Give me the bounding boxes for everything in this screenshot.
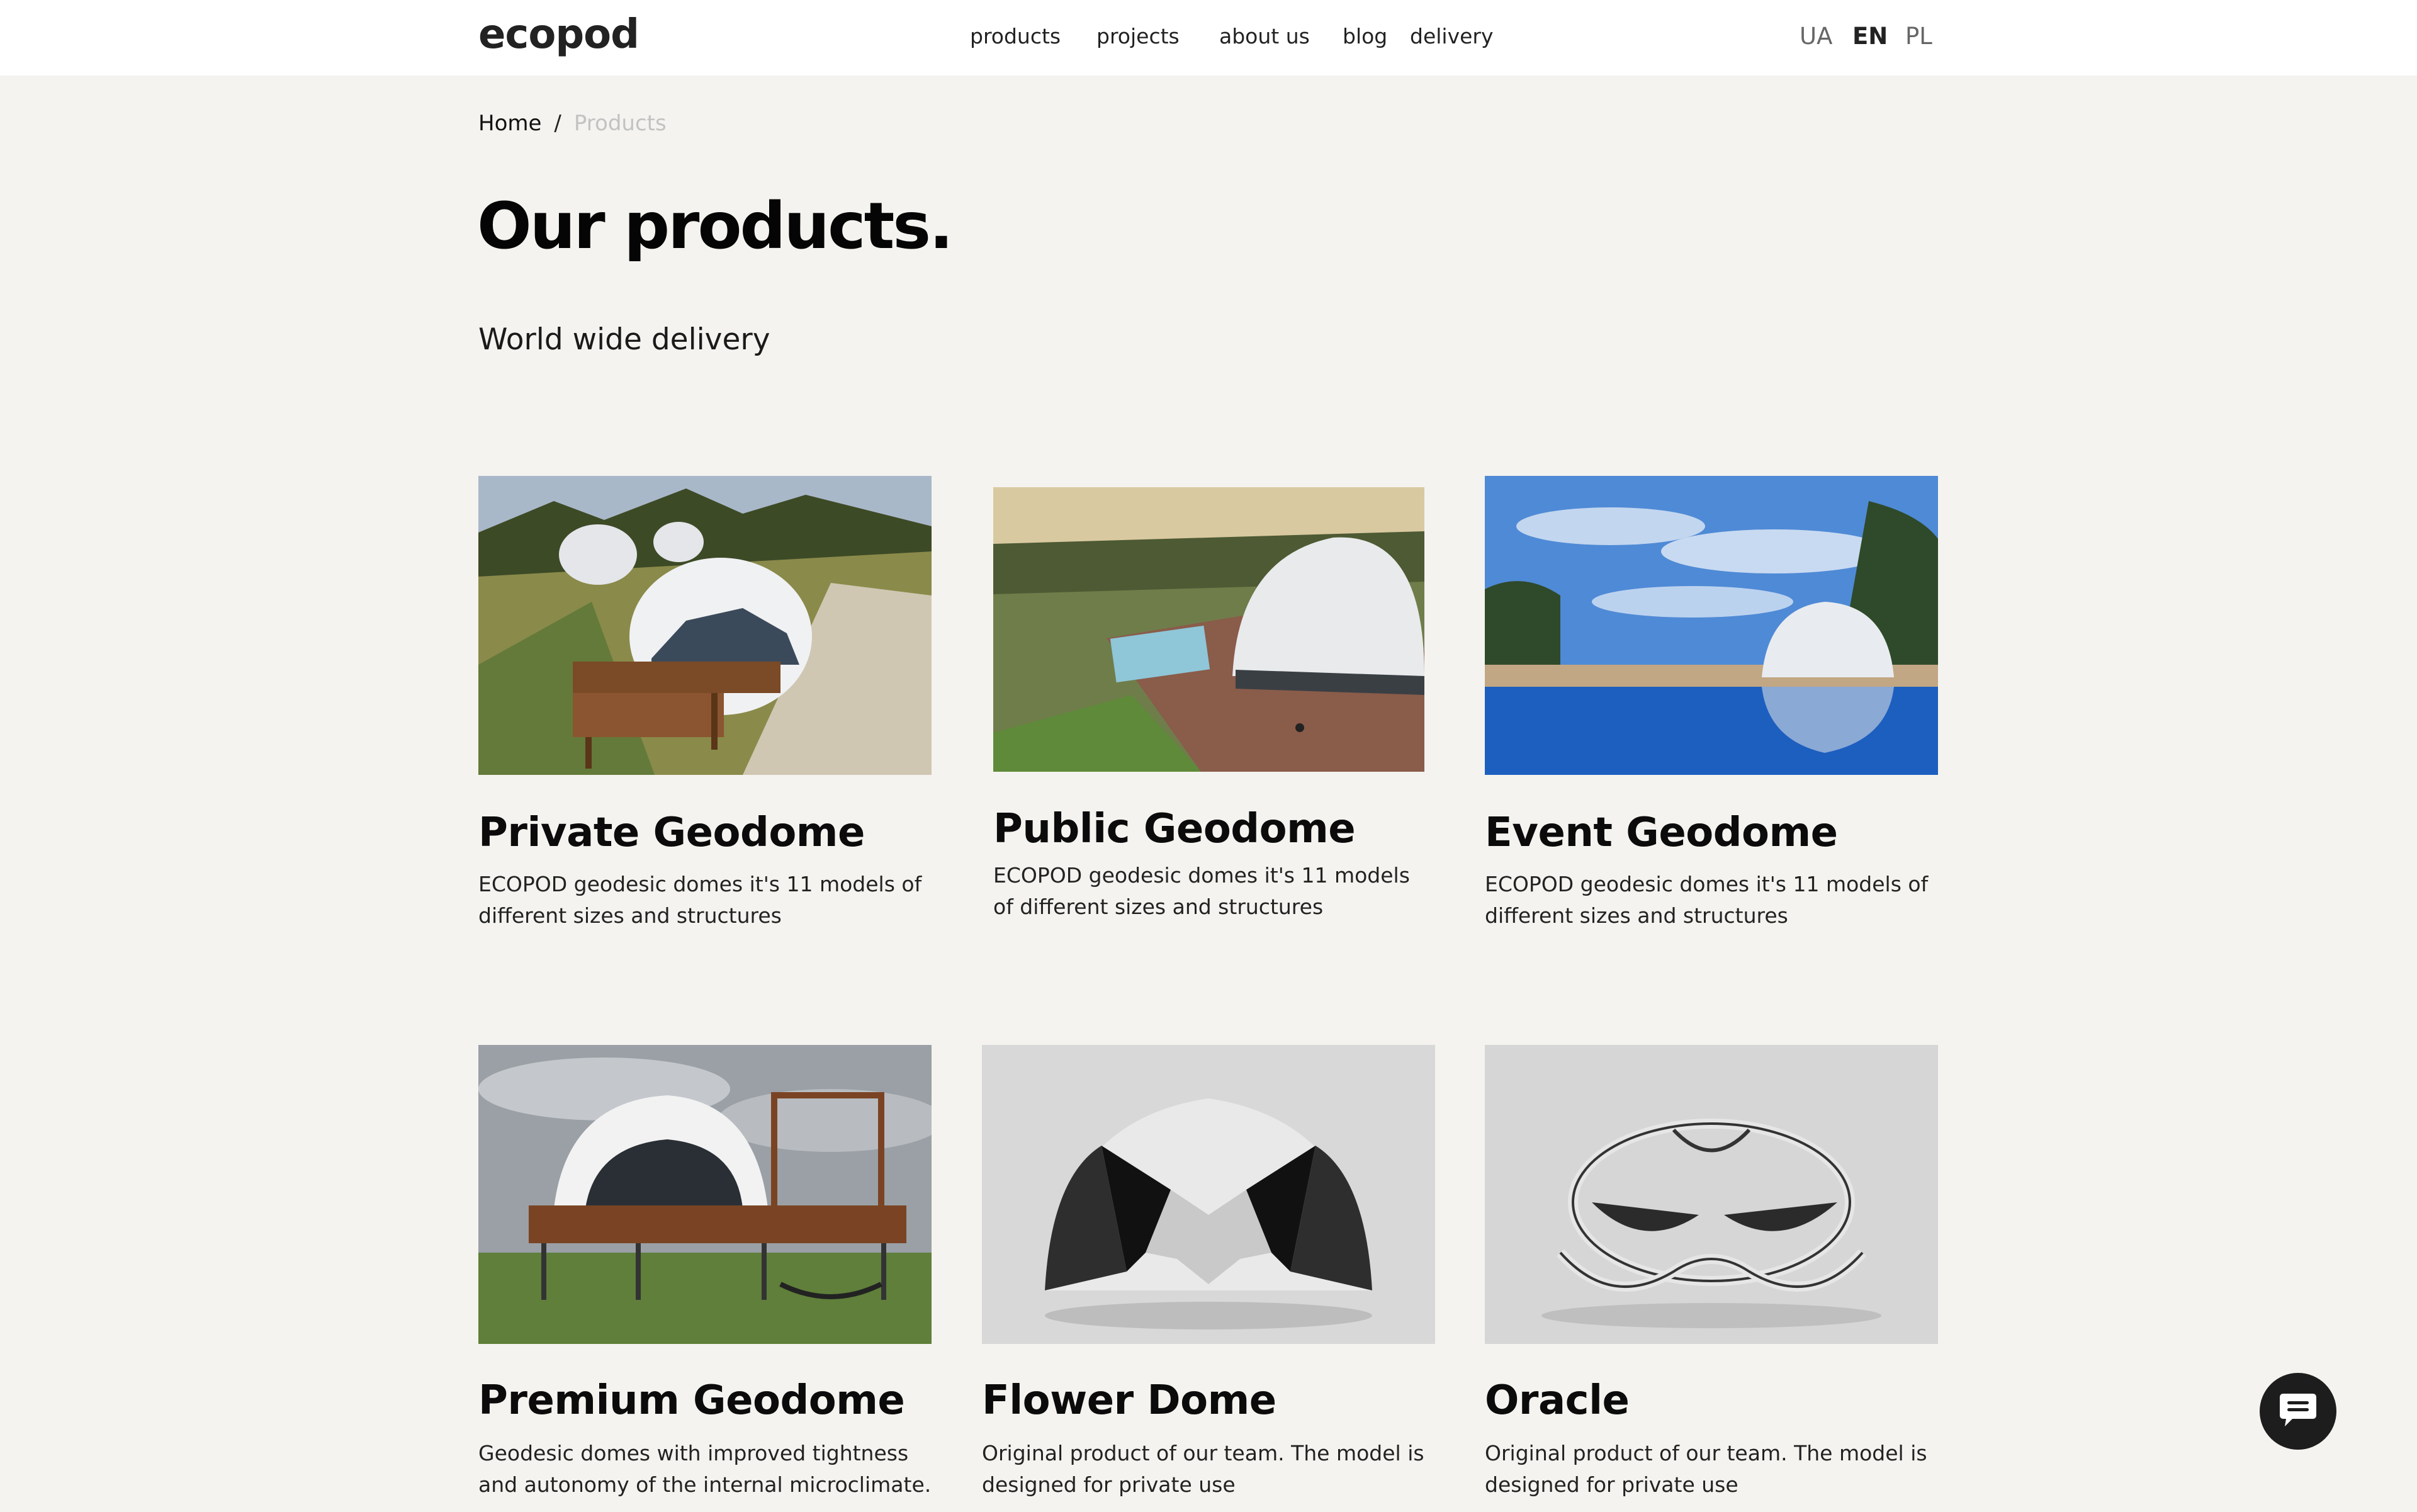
product-title[interactable]: Private Geodome <box>478 810 865 856</box>
product-description: ECOPOD geodesic domes it's 11 models of … <box>478 872 922 928</box>
product-card-private-geodome[interactable]: Private Geodome ECOPOD geodesic domes it… <box>478 476 932 942</box>
lang-en[interactable]: EN <box>1852 23 1888 50</box>
product-title[interactable]: Flower Dome <box>982 1377 1276 1424</box>
premium-geodome-photo[interactable] <box>478 1045 932 1344</box>
lang-ua[interactable]: UA <box>1800 23 1832 50</box>
nav-delivery[interactable]: delivery <box>1410 24 1494 48</box>
public-geodome-photo[interactable] <box>993 487 1424 772</box>
logo[interactable]: ecopod <box>478 11 639 58</box>
product-description: Original product of our team. The model … <box>982 1441 1424 1497</box>
product-description: Geodesic domes with improved tightness a… <box>478 1441 932 1497</box>
nav-blog[interactable]: blog <box>1343 24 1387 48</box>
product-description: ECOPOD geodesic domes it's 11 models of … <box>993 863 1410 919</box>
product-card-event-geodome[interactable]: Event Geodome ECOPOD geodesic domes it's… <box>1485 476 1938 942</box>
chat-bubble-icon <box>2277 1391 2319 1431</box>
product-card-flower-dome[interactable]: Flower Dome Original product of our team… <box>982 1045 1435 1512</box>
product-title[interactable]: Event Geodome <box>1485 810 1838 856</box>
nav-about-us[interactable]: about us <box>1219 24 1310 48</box>
product-description: Original product of our team. The model … <box>1485 1441 1927 1497</box>
site-header: ecopod products projects about us blog d… <box>0 0 2417 76</box>
breadcrumb-current: Products <box>573 111 667 136</box>
lang-pl[interactable]: PL <box>1905 23 1932 50</box>
product-card-public-geodome[interactable]: Public Geodome ECOPOD geodesic domes it'… <box>993 487 1424 940</box>
product-card-premium-geodome[interactable]: Premium Geodome Geodesic domes with impr… <box>478 1045 932 1512</box>
breadcrumb-home[interactable]: Home <box>478 111 541 136</box>
event-geodome-photo[interactable] <box>1485 476 1938 775</box>
page-subtitle: World wide delivery <box>478 322 770 357</box>
product-title[interactable]: Oracle <box>1485 1377 1630 1424</box>
page-title: Our products. <box>477 189 954 264</box>
product-title[interactable]: Premium Geodome <box>478 1377 905 1424</box>
breadcrumb: Home / Products <box>478 111 667 136</box>
nav-projects[interactable]: projects <box>1096 24 1180 48</box>
product-title[interactable]: Public Geodome <box>993 806 1356 852</box>
chat-button[interactable] <box>2260 1373 2336 1450</box>
product-description: ECOPOD geodesic domes it's 11 models of … <box>1485 872 1929 928</box>
private-geodome-photo[interactable] <box>478 476 932 775</box>
oracle-render[interactable] <box>1485 1045 1938 1344</box>
flower-dome-render[interactable] <box>982 1045 1435 1344</box>
product-card-oracle[interactable]: Oracle Original product of our team. The… <box>1485 1045 1938 1512</box>
breadcrumb-separator: / <box>554 111 561 136</box>
nav-products[interactable]: products <box>970 24 1061 48</box>
